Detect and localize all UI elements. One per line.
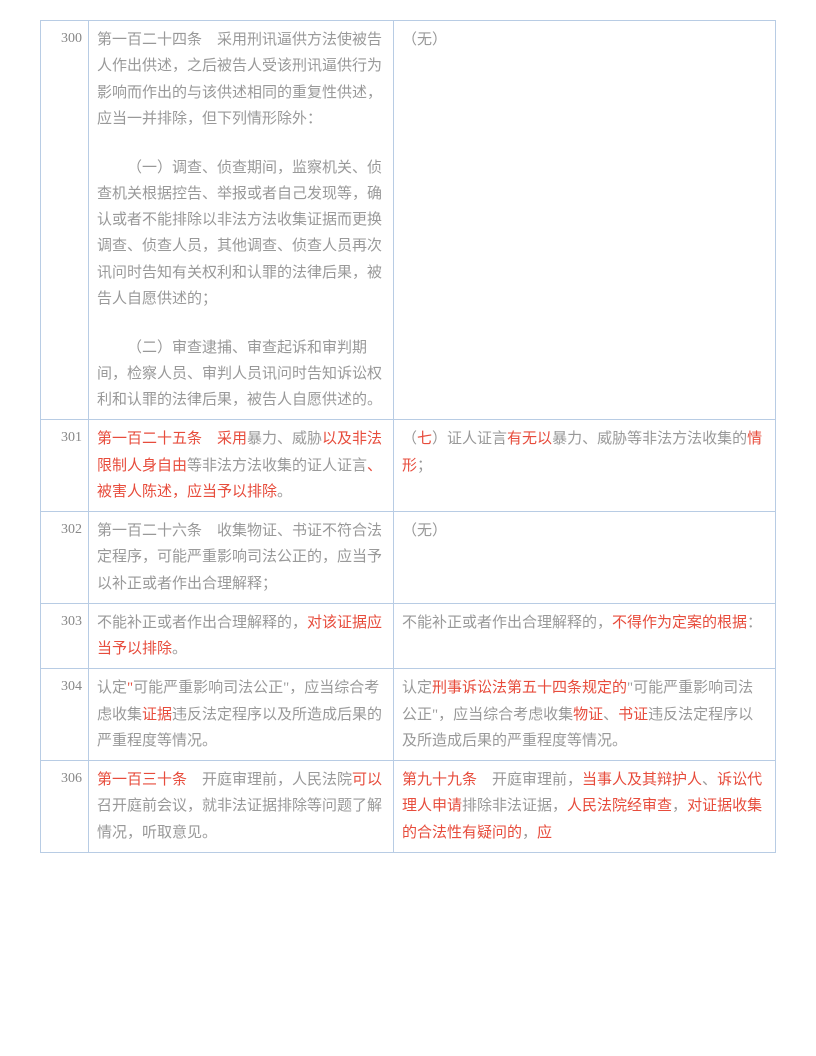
paragraph: 第九十九条 开庭审理前，当事人及其辩护人、诉讼代理人申请排除非法证据，人民法院经… xyxy=(402,767,767,846)
text-segment: 暴力、威胁等非法方法收集的 xyxy=(552,431,747,447)
text-segment: 可以 xyxy=(352,772,382,788)
right-cell: （七）证人证言有无以暴力、威胁等非法方法收集的情形； xyxy=(394,420,776,512)
text-segment: 召开庭前会议，就非法证据排除等问题了解情况，听取意见。 xyxy=(97,798,382,840)
text-segment: 以及非法 xyxy=(322,431,382,447)
text-segment: 开庭审理前， xyxy=(477,772,582,788)
text-segment: 限制人身自由 xyxy=(97,458,187,474)
table-row: 303不能补正或者作出合理解释的，对该证据应当予以排除。不能补正或者作出合理解释… xyxy=(41,603,776,669)
table-row: 304认定"可能严重影响司法公正"，应当综合考虑收集证据违反法定程序以及所造成后… xyxy=(41,669,776,761)
text-segment: ， xyxy=(672,798,687,814)
text-segment: 不得作为定案的根据 xyxy=(612,615,747,631)
paragraph: （无） xyxy=(402,518,767,544)
paragraph: 第一百二十五条 采用暴力、威胁以及非法限制人身自由等非法方法收集的证人证言、被害… xyxy=(97,426,385,505)
paragraph: 认定刑事诉讼法第五十四条规定的"可能严重影响司法公正"，应当综合考虑收集物证、书… xyxy=(402,675,767,754)
table-row: 300第一百二十四条 采用刑讯逼供方法使被告人作出供述，之后被告人受该刑讯逼供行… xyxy=(41,21,776,420)
paragraph: 第一百二十四条 采用刑讯逼供方法使被告人作出供述，之后被告人受该刑讯逼供行为影响… xyxy=(97,27,385,132)
left-cell: 第一百二十五条 采用暴力、威胁以及非法限制人身自由等非法方法收集的证人证言、被害… xyxy=(89,420,394,512)
paragraph: （七）证人证言有无以暴力、威胁等非法方法收集的情形； xyxy=(402,426,767,479)
text-segment: 第一百二十四条 采用刑讯逼供方法使被告人作出供述，之后被告人受该刑讯逼供行为影响… xyxy=(97,32,382,127)
text-segment: （ xyxy=(402,431,417,447)
paragraph: （二）审查逮捕、审查起诉和审判期间，检察人员、审判人员讯问时告知诉讼权利和认罪的… xyxy=(97,335,385,414)
text-segment: （无） xyxy=(402,523,447,539)
text-segment: 证据 xyxy=(142,707,172,723)
row-number: 306 xyxy=(41,761,89,853)
text-segment: 书证 xyxy=(618,707,648,723)
text-segment: 应 xyxy=(537,825,552,841)
paragraph: 第一百二十六条 收集物证、书证不符合法定程序，可能严重影响司法公正的，应当予以补… xyxy=(97,518,385,597)
text-segment: 第一百三十条 xyxy=(97,772,187,788)
left-cell: 第一百二十四条 采用刑讯逼供方法使被告人作出供述，之后被告人受该刑讯逼供行为影响… xyxy=(89,21,394,420)
right-cell: 认定刑事诉讼法第五十四条规定的"可能严重影响司法公正"，应当综合考虑收集物证、书… xyxy=(394,669,776,761)
text-segment: 有无以 xyxy=(507,431,552,447)
row-number: 302 xyxy=(41,512,89,604)
row-number: 301 xyxy=(41,420,89,512)
right-cell: （无） xyxy=(394,512,776,604)
table-row: 301 第一百二十五条 采用暴力、威胁以及非法限制人身自由等非法方法收集的证人证言… xyxy=(41,420,776,512)
table-row: 306第一百三十条 开庭审理前，人民法院可以召开庭前会议，就非法证据排除等问题了… xyxy=(41,761,776,853)
row-number: 300 xyxy=(41,21,89,420)
paragraph: 第一百三十条 开庭审理前，人民法院可以召开庭前会议，就非法证据排除等问题了解情况… xyxy=(97,767,385,846)
text-segment: 第九十九条 xyxy=(402,772,477,788)
text-segment: 人民法院经审查 xyxy=(567,798,672,814)
paragraph: （一）调查、侦查期间，监察机关、侦查机关根据控告、举报或者自己发现等，确认或者不… xyxy=(97,155,385,313)
text-segment: ； xyxy=(417,458,432,474)
text-segment: （一）调查、侦查期间，监察机关、侦查机关根据控告、举报或者自己发现等，确认或者不… xyxy=(97,160,382,307)
text-segment: （二）审查逮捕、审查起诉和审判期间，检察人员、审判人员讯问时告知诉讼权利和认罪的… xyxy=(97,340,382,409)
right-cell: 第九十九条 开庭审理前，当事人及其辩护人、诉讼代理人申请排除非法证据，人民法院经… xyxy=(394,761,776,853)
right-cell: 不能补正或者作出合理解释的，不得作为定案的根据： xyxy=(394,603,776,669)
text-segment: 、 xyxy=(702,772,717,788)
text-segment: 不能补正或者作出合理解释的， xyxy=(97,615,307,631)
row-number: 304 xyxy=(41,669,89,761)
left-cell: 第一百三十条 开庭审理前，人民法院可以召开庭前会议，就非法证据排除等问题了解情况… xyxy=(89,761,394,853)
text-segment: 物证 xyxy=(573,707,603,723)
text-segment: 第一百二十六条 收集物证、书证不符合法定程序，可能严重影响司法公正的，应当予以补… xyxy=(97,523,382,592)
text-segment: 排除非法证据， xyxy=(462,798,567,814)
text-segment: 认定 xyxy=(97,680,127,696)
text-segment: ）证人证言 xyxy=(432,431,507,447)
text-segment: 当事人及其辩护人 xyxy=(582,772,702,788)
text-segment: 刑事诉讼法第五十四条规定的 xyxy=(432,680,627,696)
paragraph: 不能补正或者作出合理解释的，不得作为定案的根据： xyxy=(402,610,767,636)
text-segment: 认定 xyxy=(402,680,432,696)
text-segment: 七 xyxy=(417,431,432,447)
text-segment: 暴力、威胁 xyxy=(247,431,322,447)
left-cell: 认定"可能严重影响司法公正"，应当综合考虑收集证据违反法定程序以及所造成后果的严… xyxy=(89,669,394,761)
table-row: 302第一百二十六条 收集物证、书证不符合法定程序，可能严重影响司法公正的，应当… xyxy=(41,512,776,604)
text-segment: 、 xyxy=(603,707,618,723)
paragraph: （无） xyxy=(402,27,767,53)
text-segment: 。 xyxy=(172,641,187,657)
text-segment: 开庭审理前，人民法院 xyxy=(187,772,352,788)
paragraph: 不能补正或者作出合理解释的，对该证据应当予以排除。 xyxy=(97,610,385,663)
text-segment: ： xyxy=(747,615,762,631)
text-segment: 第一百二十五条 采用 xyxy=(97,431,247,447)
left-cell: 不能补正或者作出合理解释的，对该证据应当予以排除。 xyxy=(89,603,394,669)
right-cell: （无） xyxy=(394,21,776,420)
comparison-table: 300第一百二十四条 采用刑讯逼供方法使被告人作出供述，之后被告人受该刑讯逼供行… xyxy=(40,20,776,853)
paragraph: 认定"可能严重影响司法公正"，应当综合考虑收集证据违反法定程序以及所造成后果的严… xyxy=(97,675,385,754)
text-segment: 不能补正或者作出合理解释的， xyxy=(402,615,612,631)
text-segment: （无） xyxy=(402,32,447,48)
left-cell: 第一百二十六条 收集物证、书证不符合法定程序，可能严重影响司法公正的，应当予以补… xyxy=(89,512,394,604)
text-segment: 。 xyxy=(277,484,292,500)
text-segment: ， xyxy=(522,825,537,841)
row-number: 303 xyxy=(41,603,89,669)
text-segment: 等非法方法收集的证人证言 xyxy=(187,458,367,474)
